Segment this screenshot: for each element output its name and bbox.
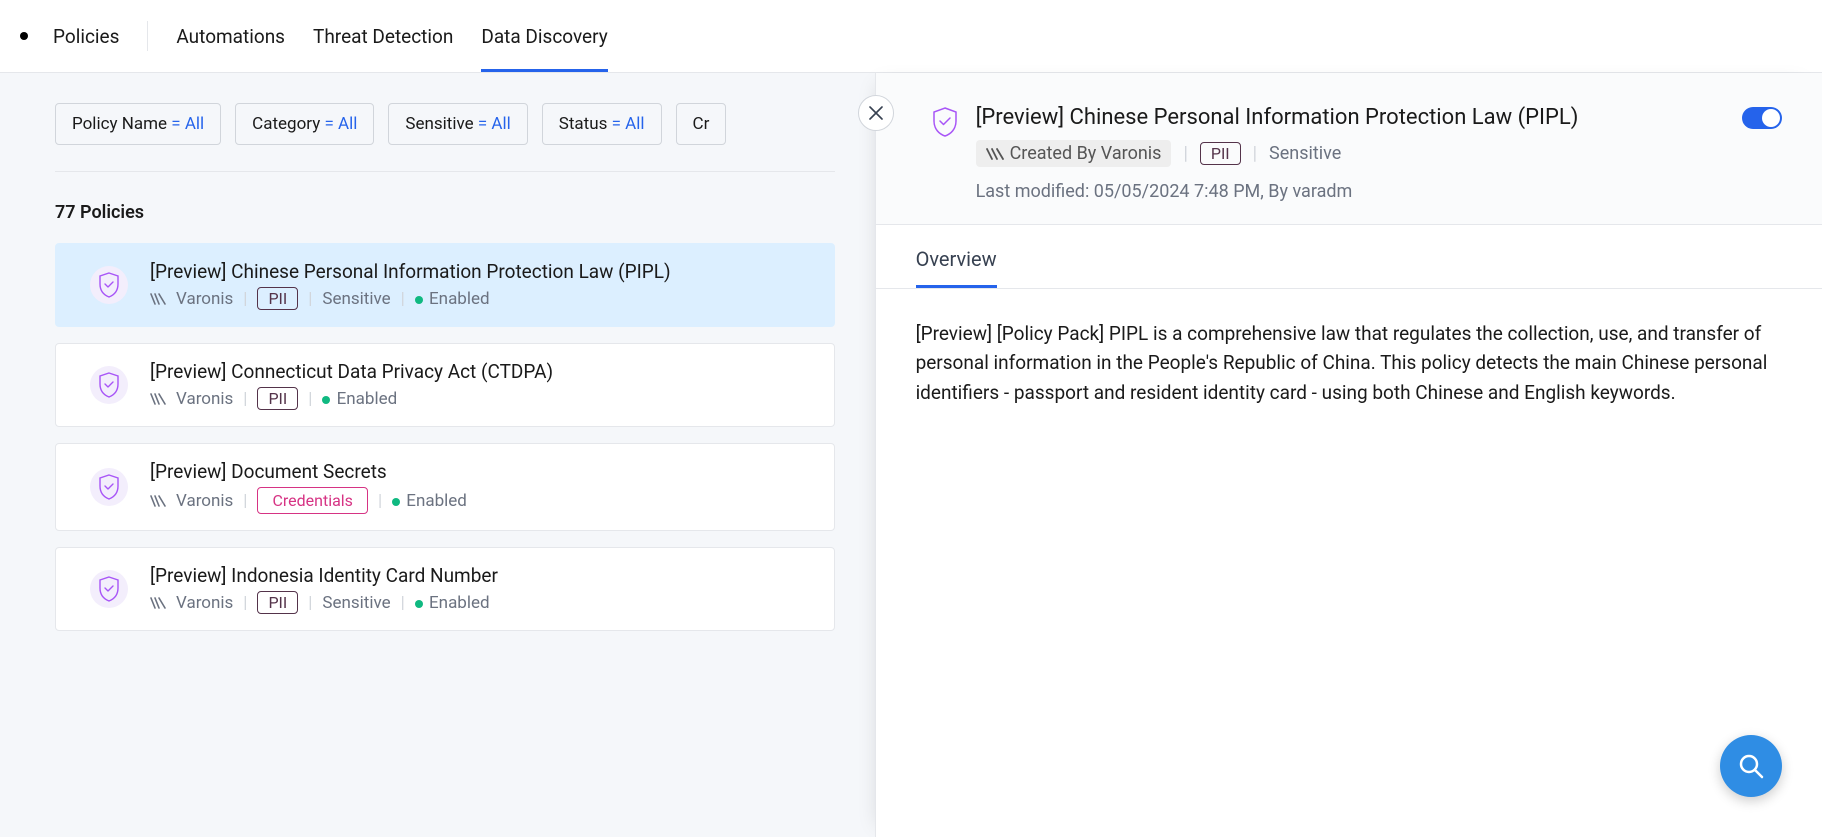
policy-detail-panel: [Preview] Chinese Personal Information P…	[875, 73, 1822, 837]
policy-meta: Varonis | PII | Sensitive | Enabled	[150, 287, 671, 310]
filter-sensitive[interactable]: Sensitive = All	[388, 103, 527, 145]
enabled-label: Enabled	[402, 491, 467, 511]
nav-tab-policies[interactable]: Policies	[53, 2, 119, 71]
meta-separator: |	[243, 389, 247, 409]
filter-value: = All	[612, 114, 645, 134]
policy-creator: Varonis	[176, 491, 233, 511]
search-icon	[1736, 751, 1766, 781]
category-tag: PII	[257, 287, 298, 310]
meta-separator: |	[243, 593, 247, 613]
policy-meta: Varonis | Credentials | Enabled	[150, 487, 467, 514]
policy-title: [Preview] Chinese Personal Information P…	[150, 260, 671, 283]
enabled-status: Enabled	[392, 491, 467, 511]
floating-search-button[interactable]	[1720, 735, 1782, 797]
close-icon[interactable]	[858, 95, 894, 131]
filter-label: Status	[559, 114, 608, 134]
policy-title: [Preview] Connecticut Data Privacy Act (…	[150, 360, 553, 383]
enabled-label: Enabled	[425, 289, 490, 309]
nav-tab-data-discovery[interactable]: Data Discovery	[481, 2, 607, 71]
category-tag: PII	[257, 591, 298, 614]
varonis-icon	[986, 147, 1004, 161]
enabled-dot-icon	[415, 296, 423, 304]
policy-title: [Preview] Indonesia Identity Card Number	[150, 564, 498, 587]
category-tag: Credentials	[257, 487, 368, 514]
top-nav: Policies Automations Threat Detection Da…	[0, 0, 1822, 73]
policy-card[interactable]: [Preview] Document Secrets Varonis | Creden…	[55, 443, 835, 531]
shield-icon	[90, 366, 128, 404]
shield-icon	[932, 105, 958, 202]
enabled-dot-icon	[322, 396, 330, 404]
policy-meta: Varonis | PII | Enabled	[150, 387, 553, 410]
shield-icon	[90, 570, 128, 608]
meta-separator: |	[308, 389, 312, 409]
policy-card[interactable]: [Preview] Indonesia Identity Card Number…	[55, 547, 835, 631]
created-by-badge: Created By Varonis	[976, 140, 1172, 167]
meta-separator: |	[1183, 143, 1187, 164]
policies-list-pane: Policy Name = All Category = All Sensiti…	[0, 73, 875, 837]
nav-tab-automations[interactable]: Automations	[176, 2, 285, 71]
enabled-label: Enabled	[332, 389, 397, 409]
filter-value: = All	[478, 114, 511, 134]
policies-count: 77 Policies	[55, 172, 835, 243]
meta-separator: |	[401, 593, 405, 613]
policy-creator: Varonis	[176, 289, 233, 309]
meta-separator: |	[243, 491, 247, 511]
varonis-icon	[150, 293, 166, 305]
enabled-status: Enabled	[415, 289, 490, 309]
enabled-toggle[interactable]	[1742, 107, 1782, 129]
filter-label: Cr	[693, 114, 710, 134]
nav-separator	[147, 21, 148, 51]
policy-card[interactable]: [Preview] Chinese Personal Information P…	[55, 243, 835, 327]
tab-overview[interactable]: Overview	[916, 247, 997, 288]
filter-label: Sensitive	[405, 114, 473, 134]
enabled-status: Enabled	[415, 593, 490, 613]
policy-creator: Varonis	[176, 389, 233, 409]
enabled-label: Enabled	[425, 593, 490, 613]
shield-icon	[90, 266, 128, 304]
filter-policy-name[interactable]: Policy Name = All	[55, 103, 221, 145]
filter-label: Policy Name	[72, 114, 167, 134]
detail-tabs: Overview	[876, 225, 1822, 289]
meta-separator: |	[1253, 143, 1257, 164]
meta-separator: |	[401, 289, 405, 309]
filter-row: Policy Name = All Category = All Sensiti…	[55, 103, 835, 172]
varonis-icon	[150, 597, 166, 609]
enabled-status: Enabled	[322, 389, 397, 409]
detail-description: [Preview] [Policy Pack] PIPL is a compre…	[876, 289, 1822, 437]
policy-meta: Varonis | PII | Sensitive | Enabled	[150, 591, 498, 614]
policy-title: [Preview] Document Secrets	[150, 460, 467, 483]
shield-icon	[90, 468, 128, 506]
sensitive-label: Sensitive	[322, 289, 390, 309]
filter-status[interactable]: Status = All	[542, 103, 662, 145]
created-by-text: Created By Varonis	[1010, 143, 1162, 164]
varonis-icon	[150, 393, 166, 405]
nav-tab-threat-detection[interactable]: Threat Detection	[313, 2, 453, 71]
detail-title: [Preview] Chinese Personal Information P…	[976, 105, 1579, 130]
sensitive-label: Sensitive	[322, 593, 390, 613]
varonis-icon	[150, 495, 166, 507]
sensitive-label: Sensitive	[1269, 143, 1341, 164]
last-modified: Last modified: 05/05/2024 7:48 PM, By va…	[976, 181, 1782, 202]
meta-separator: |	[308, 289, 312, 309]
meta-separator: |	[308, 593, 312, 613]
filter-label: Category	[252, 114, 320, 134]
detail-header: [Preview] Chinese Personal Information P…	[876, 73, 1822, 225]
nav-indicator-dot	[20, 32, 28, 40]
filter-category[interactable]: Category = All	[235, 103, 374, 145]
enabled-dot-icon	[415, 600, 423, 608]
category-tag: PII	[1200, 142, 1241, 165]
filter-value: = All	[324, 114, 357, 134]
category-tag: PII	[257, 387, 298, 410]
policy-list: [Preview] Chinese Personal Information P…	[55, 243, 835, 631]
filter-value: = All	[171, 114, 204, 134]
meta-separator: |	[378, 491, 382, 511]
meta-separator: |	[243, 289, 247, 309]
policy-card[interactable]: [Preview] Connecticut Data Privacy Act (…	[55, 343, 835, 427]
policy-creator: Varonis	[176, 593, 233, 613]
enabled-dot-icon	[392, 498, 400, 506]
filter-created-by[interactable]: Cr	[676, 103, 727, 145]
